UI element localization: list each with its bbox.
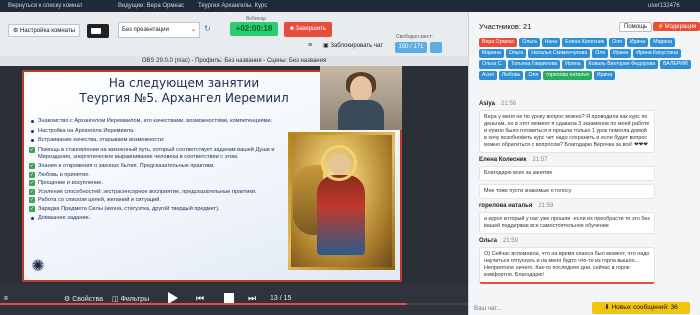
- chat-message: Мне тоже пусти знакомые о голосу: [479, 184, 655, 199]
- stop-square-icon[interactable]: [224, 293, 234, 303]
- participant-chip[interactable]: Оля: [592, 49, 609, 58]
- participant-chip[interactable]: горелова наталья: [543, 71, 592, 80]
- checkmark-icon: ✓: [29, 188, 35, 195]
- properties-button[interactable]: ⚙ Свойства: [64, 295, 103, 303]
- participant-chip[interactable]: Татьяна Гаврилова: [508, 60, 561, 69]
- slide-list-item: Домашнее задание.: [29, 215, 284, 224]
- checkmark-icon: ✓: [29, 162, 35, 169]
- obs-window-title: OBS 29.0.0 (mac) - Профиль: Без названия…: [0, 56, 468, 66]
- slide-list-item: ✓ Зарядка Предмета Силы (икона, статуэтка…: [29, 205, 220, 212]
- chevron-down-icon: ⌄: [190, 27, 196, 33]
- free-seats-label: Свободно мест:: [396, 34, 433, 40]
- slide-list-item: ✓ Помощь в становлении на жизненный путь,…: [29, 146, 275, 161]
- help-button[interactable]: Помощь: [619, 22, 653, 32]
- participant-chip[interactable]: Любовь: [498, 71, 524, 80]
- message-author: горелова наталья 21:59: [479, 203, 554, 209]
- filter-icon: ◫: [112, 296, 121, 303]
- user-name[interactable]: user132476: [648, 3, 680, 9]
- session-timer: +02:00:18: [230, 22, 278, 36]
- participant-chip[interactable]: Ольга С.: [479, 60, 506, 69]
- chat-message: О) Сейчас вспомнила, что на время сеанса…: [479, 247, 655, 284]
- room-title: Теургия Архангелы. Курс: [198, 3, 268, 9]
- bullet-icon: [31, 120, 34, 123]
- refresh-icon[interactable]: ↻: [204, 24, 211, 33]
- participants-list: Вера Ормеас Ольга Нана Елена Колесник Оля Ири…: [479, 38, 695, 80]
- slide-title: На следующем занятии Теургия №5. Арханге…: [79, 76, 289, 105]
- seats-counter: 150 / 171: [395, 42, 427, 53]
- participant-chip[interactable]: Марина: [479, 49, 504, 58]
- checkmark-icon: ✓: [29, 205, 35, 212]
- chat-messages: Asiya 21:56 Вера у меня не по уроку вопрос…: [479, 97, 697, 297]
- participant-chip[interactable]: Нана: [541, 38, 561, 47]
- back-to-rooms-link[interactable]: Вернуться к списку комнат: [8, 3, 82, 9]
- slide-list-item: Настройка на Архангела Иеремиила.: [29, 128, 284, 137]
- slide-list-item: Знакомство с Архангелом Иеремиилом, его …: [29, 118, 284, 127]
- message-time: 21:59: [502, 238, 518, 244]
- slide-list-item: ✓ Знания и откровения о законах бытия. Пр…: [29, 162, 215, 169]
- slide-list: Знакомство с Архангелом Иеремиилом, его …: [29, 118, 284, 224]
- presentation-select[interactable]: Без презентации ⌄: [118, 22, 200, 38]
- chat-message: а курсе который у нас уже прошли -если и…: [479, 212, 655, 234]
- page-counter: 13 / 15: [270, 295, 292, 302]
- chat-input[interactable]: Ваш чат...: [474, 306, 501, 312]
- message-author: Asiya 21:56: [479, 101, 517, 107]
- participant-chip[interactable]: Ольга: [519, 38, 540, 47]
- top-bar: Вернуться к списку комнат Ведущие: Вера …: [0, 0, 700, 12]
- slide-progress-bar[interactable]: [0, 303, 468, 305]
- participant-chip[interactable]: Ирина: [610, 49, 632, 58]
- slide-list-item: ✓ Усиление способностей: экстрасенсорное …: [29, 188, 257, 195]
- participant-chip[interactable]: Ирина: [562, 60, 584, 69]
- message-author: Елена Колесник 21:57: [479, 157, 548, 163]
- menu-icon[interactable]: ≡: [308, 42, 312, 49]
- participant-chip[interactable]: Ирина Капустина: [633, 49, 681, 58]
- participant-chip[interactable]: Ирина: [626, 38, 649, 47]
- bottom-left-label: я: [4, 295, 8, 302]
- seats-settings-button[interactable]: [430, 42, 442, 53]
- slide-list-item: Встраивание качества, открываем возможно…: [29, 137, 284, 146]
- archangel-icon-image: [288, 132, 395, 270]
- bullet-icon: [31, 216, 34, 220]
- chat-message: Благодарю всех за занятие: [479, 166, 655, 181]
- bullet-icon: [31, 129, 34, 133]
- chat-message: Вера у меня не по уроку вопрос можно? Я …: [479, 110, 655, 153]
- filters-button[interactable]: ◫ Фильтры: [112, 295, 149, 303]
- new-messages-button[interactable]: ⬇ Новых сообщений: 36: [592, 302, 690, 314]
- participant-chip[interactable]: Коваль Виктория Федорова: [585, 60, 659, 69]
- checkmark-icon: ✓: [29, 171, 35, 178]
- participant-chip[interactable]: Наталья Скименчукова: [528, 49, 591, 58]
- checkmark-icon: ✓: [29, 197, 35, 204]
- sidebar-panel: Участников: 21 Помощь ⚡Модерация Вера Ор…: [468, 12, 700, 315]
- stop-button[interactable]: ■ Завершить: [284, 22, 332, 37]
- message-time: 21:56: [501, 101, 517, 107]
- participant-chip[interactable]: Оля: [525, 71, 542, 80]
- gear-icon: ⚙: [13, 28, 21, 34]
- lock-chat-button[interactable]: ▣ Заблокировать чат: [323, 42, 383, 49]
- moderation-button[interactable]: ⚡Модерация: [653, 22, 700, 31]
- participant-chip[interactable]: Вера Ормеас: [479, 38, 518, 47]
- webcam-video: [320, 66, 402, 130]
- gear-icon: ⚙: [64, 296, 73, 303]
- camera-toggle-button[interactable]: [87, 24, 109, 38]
- bullet-icon: [31, 139, 34, 143]
- participants-count: Участников: 21: [479, 22, 532, 31]
- participant-chip[interactable]: ВАЛЕРИЙ: [660, 60, 691, 69]
- obs-bottom-bar: я ⚙ Свойства ◫ Фильтры ⏮ ⏭ 13 / 15: [0, 284, 468, 315]
- participant-chip[interactable]: Ольга: [505, 49, 527, 58]
- checkmark-icon: ✓: [29, 180, 35, 187]
- participant-chip[interactable]: Оля: [609, 38, 625, 47]
- participant-chip[interactable]: Елена Колесник: [562, 38, 608, 47]
- slide-list-item: ✓ Прощение и искупление.: [29, 180, 103, 187]
- participant-chip[interactable]: Марина: [650, 38, 675, 47]
- slide-list-item: ✓ Работа со списком целей, желаний и ситу…: [29, 197, 161, 204]
- participant-chip[interactable]: Асия: [479, 71, 497, 80]
- message-time: 21:57: [532, 157, 548, 163]
- message-time: 21:59: [538, 203, 554, 209]
- host-label: Ведущие: Вера Ормеас: [118, 3, 185, 9]
- message-author: Ольга 21:59: [479, 238, 518, 244]
- slide-list-item: ✓ Любовь и принятие.: [29, 171, 91, 178]
- room-settings-button[interactable]: ⚙ Настройка комнаты: [8, 24, 80, 37]
- school-logo-icon: ✺: [31, 258, 45, 275]
- participant-chip[interactable]: Ирина: [593, 71, 616, 80]
- checkmark-icon: ✓: [29, 146, 35, 153]
